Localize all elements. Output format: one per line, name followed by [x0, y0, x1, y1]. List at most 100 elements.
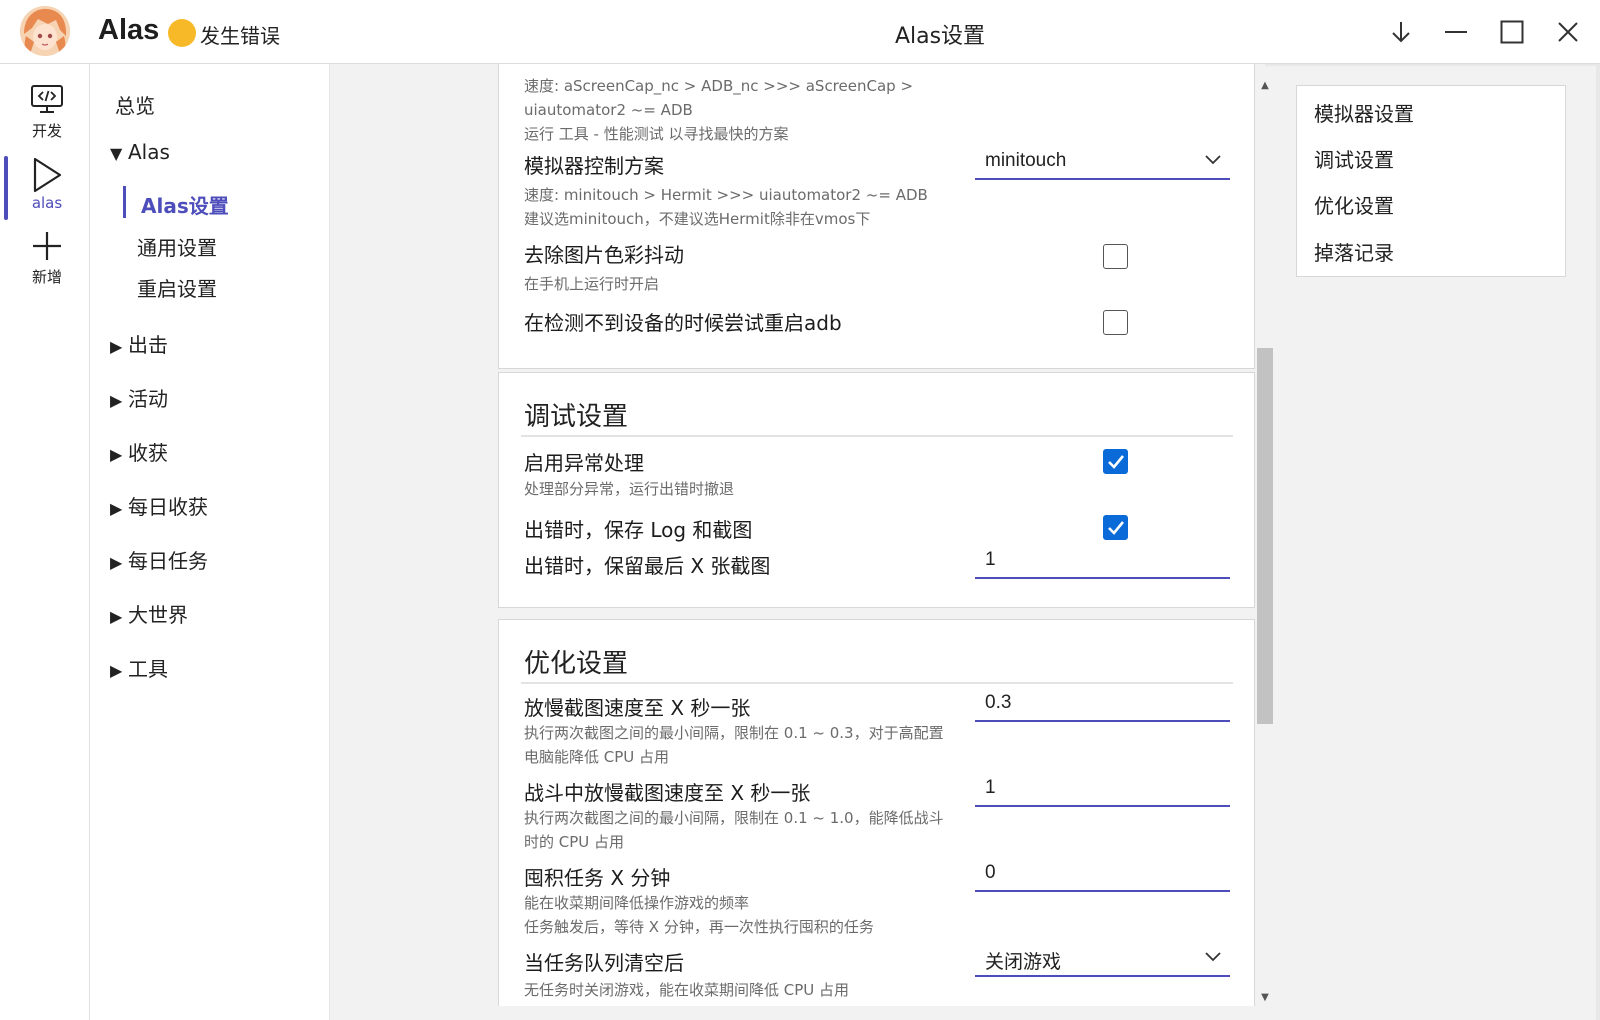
exception-help: 处理部分异常，运行出错时撤退	[524, 480, 735, 498]
toc-item-drop-record[interactable]: 掉落记录	[1314, 237, 1394, 266]
nav-group-label: 每日收获	[128, 495, 208, 519]
screenshot-method-help: 运行 工具 - 性能测试 以寻找最快的方案	[524, 125, 789, 143]
nav-alas-label: Alas	[128, 140, 170, 164]
control-method-help: 建议选minitouch，不建议选Hermit除非在vmos下	[524, 210, 871, 228]
combat-interval-help: 时的 CPU 占用	[524, 833, 625, 851]
caret-right-icon: ▶	[110, 337, 123, 356]
control-method-select[interactable]: minitouch	[975, 146, 1230, 180]
combat-interval-input[interactable]: 1	[975, 773, 1230, 807]
nav-group-sortie[interactable]: ▶ 出击	[110, 329, 168, 358]
exception-checkbox[interactable]	[1103, 449, 1128, 474]
combat-interval-help: 执行两次截图之间的最小间隔，限制在 0.1 ~ 1.0，能降低战斗	[524, 809, 944, 827]
screenshot-interval-input[interactable]: 0.3	[975, 688, 1230, 722]
save-log-checkbox[interactable]	[1103, 515, 1128, 540]
screenshot-interval-label: 放慢截图速度至 X 秒一张	[524, 696, 751, 720]
nav-restart-settings[interactable]: 重启设置	[137, 273, 217, 302]
nav-overview[interactable]: 总览	[115, 90, 155, 119]
nav-group-label: 工具	[128, 657, 168, 681]
nav-group-opsi[interactable]: ▶ 大世界	[110, 599, 188, 628]
caret-right-icon: ▶	[110, 391, 123, 410]
plus-icon	[8, 230, 86, 262]
scroll-up-icon[interactable]: ▲	[1259, 80, 1271, 92]
nav-group-label: 收获	[128, 441, 168, 465]
caret-right-icon: ▶	[110, 445, 123, 464]
toc-item-debug[interactable]: 调试设置	[1314, 144, 1394, 173]
window-title: Alas设置	[894, 24, 986, 49]
caret-right-icon: ▶	[110, 661, 123, 680]
nav-alas[interactable]: ▼ Alas	[110, 140, 170, 164]
minimize-icon[interactable]	[1436, 14, 1476, 50]
dither-checkbox[interactable]	[1103, 244, 1128, 269]
activity-bar: 开发 alas 新增	[0, 64, 90, 1020]
queue-empty-value: 关闭游戏	[985, 952, 1062, 973]
keep-screenshots-input[interactable]: 1	[975, 545, 1230, 579]
hoard-help: 能在收菜期间降低操作游戏的频率	[524, 894, 750, 912]
nav-active-indicator	[123, 186, 126, 218]
restart-adb-checkbox[interactable]	[1103, 310, 1128, 335]
nav-alas-settings[interactable]: Alas设置	[141, 190, 229, 219]
nav-group-tools[interactable]: ▶ 工具	[110, 653, 168, 682]
caret-right-icon: ▶	[110, 499, 123, 518]
checkmark-icon	[1108, 521, 1125, 535]
queue-empty-label: 当任务队列清空后	[524, 951, 684, 975]
dither-help: 在手机上运行时开启	[524, 275, 660, 293]
optimization-settings-card: 优化设置 放慢截图速度至 X 秒一张 0.3 执行两次截图之间的最小间隔，限制在…	[498, 619, 1255, 1006]
nav-group-daily-harvest[interactable]: ▶ 每日收获	[110, 491, 208, 520]
nav-group-harvest[interactable]: ▶ 收获	[110, 437, 168, 466]
maximize-icon[interactable]	[1492, 14, 1532, 50]
activity-dev-label: 开发	[31, 122, 62, 140]
checkmark-icon	[1108, 455, 1125, 469]
hoard-input[interactable]: 0	[975, 858, 1230, 892]
queue-empty-help: 无任务时关闭游戏，能在收菜期间降低 CPU 占用	[524, 981, 850, 999]
chevron-down-icon	[1204, 150, 1222, 168]
close-icon[interactable]	[1548, 14, 1588, 50]
screenshot-method-help: uiautomator2 ~= ADB	[524, 101, 693, 119]
window-edge	[1596, 64, 1600, 1020]
toc-item-optimization[interactable]: 优化设置	[1314, 190, 1394, 219]
screenshot-interval-help: 电脑能降低 CPU 占用	[524, 748, 670, 766]
hoard-help: 任务触发后，等待 X 分钟，再一次性执行囤积的任务	[524, 918, 874, 936]
play-icon	[8, 156, 86, 194]
debug-card-title: 调试设置	[524, 402, 629, 432]
settings-content: 速度: aScreenCap_nc > ADB_nc >>> aScreenCa…	[330, 64, 1265, 1006]
activity-alas[interactable]: alas	[8, 156, 86, 226]
divider	[521, 682, 1233, 684]
download-arrow-icon[interactable]	[1381, 14, 1421, 50]
title-bar: Alas 发生错误 Alas设置	[0, 0, 1600, 64]
control-method-help: 速度: minitouch > Hermit >>> uiautomator2 …	[524, 186, 928, 204]
activity-add-label: 新增	[31, 268, 62, 286]
emulator-settings-card: 速度: aScreenCap_nc > ADB_nc >>> aScreenCa…	[498, 64, 1255, 369]
nav-panel: 总览 ▼ Alas Alas设置 通用设置 重启设置 ▶ 出击 ▶ 活动 ▶ 收获 ▶ 每…	[90, 64, 330, 1020]
table-of-contents: 模拟器设置 调试设置 优化设置 掉落记录	[1296, 85, 1566, 277]
toc-item-emulator[interactable]: 模拟器设置	[1314, 98, 1414, 127]
activity-add[interactable]: 新增	[8, 230, 86, 300]
caret-right-icon: ▶	[110, 607, 123, 626]
scroll-down-icon[interactable]: ▼	[1259, 992, 1271, 1004]
hoard-label: 囤积任务 X 分钟	[524, 866, 671, 890]
nav-group-event[interactable]: ▶ 活动	[110, 383, 168, 412]
nav-group-label: 出击	[128, 333, 168, 357]
chevron-down-icon	[1204, 947, 1222, 965]
nav-group-daily-tasks[interactable]: ▶ 每日任务	[110, 545, 208, 574]
screenshot-method-help: 速度: aScreenCap_nc > ADB_nc >>> aScreenCa…	[524, 77, 914, 95]
nav-group-label: 每日任务	[128, 549, 208, 573]
content-scrollbar[interactable]: ▲ ▼	[1255, 76, 1275, 1006]
control-method-value: minitouch	[985, 150, 1067, 171]
optimization-card-title: 优化设置	[524, 649, 629, 679]
scroll-thumb[interactable]	[1257, 348, 1273, 724]
caret-right-icon: ▶	[110, 553, 123, 572]
caret-down-icon: ▼	[110, 144, 123, 163]
keep-screenshots-label: 出错时，保留最后 X 张截图	[524, 554, 771, 578]
debug-settings-card: 调试设置 启用异常处理 处理部分异常，运行出错时撤退 出错时，保存 Log 和截…	[498, 372, 1255, 608]
activity-alas-label: alas	[31, 194, 63, 212]
restart-adb-label: 在检测不到设备的时候尝试重启adb	[524, 311, 842, 335]
control-method-label: 模拟器控制方案	[524, 154, 664, 178]
save-log-label: 出错时，保存 Log 和截图	[524, 518, 753, 542]
exception-label: 启用异常处理	[524, 451, 644, 475]
activity-dev[interactable]: 开发	[8, 84, 86, 154]
nav-group-label: 活动	[128, 387, 168, 411]
queue-empty-select[interactable]: 关闭游戏	[975, 943, 1230, 977]
nav-general-settings[interactable]: 通用设置	[137, 232, 217, 261]
screenshot-interval-help: 执行两次截图之间的最小间隔，限制在 0.1 ~ 0.3，对于高配置	[524, 724, 944, 742]
combat-interval-label: 战斗中放慢截图速度至 X 秒一张	[524, 781, 811, 805]
